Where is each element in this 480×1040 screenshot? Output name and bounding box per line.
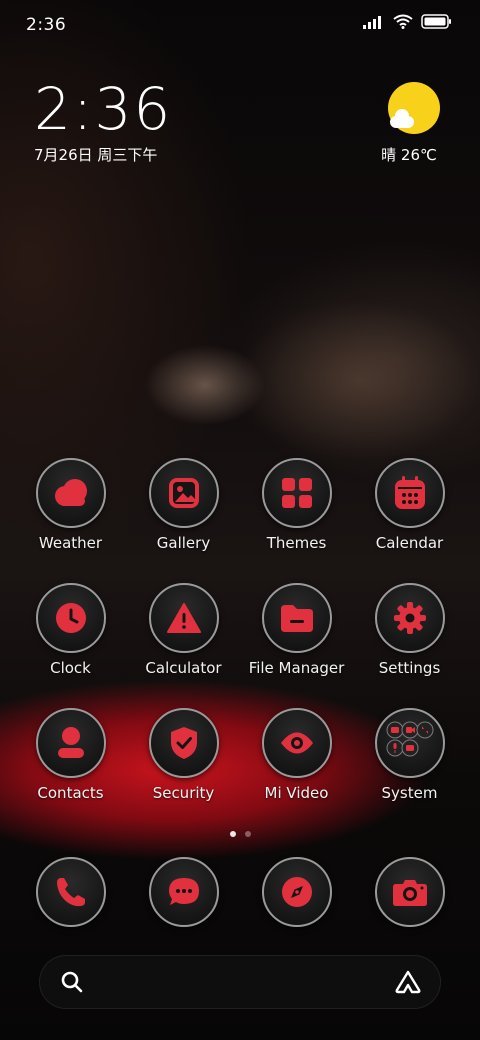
calendar-icon xyxy=(374,458,445,528)
app-calendar[interactable]: Calendar xyxy=(353,458,466,552)
app-label: Security xyxy=(152,784,215,802)
assistant-icon[interactable] xyxy=(394,970,422,994)
app-settings[interactable]: Settings xyxy=(353,583,466,677)
app-label: System xyxy=(381,784,438,802)
app-security[interactable]: Security xyxy=(127,708,240,802)
search-icon[interactable] xyxy=(60,970,84,994)
app-file-manager[interactable]: File Manager xyxy=(240,583,353,677)
status-bar: 2:36 xyxy=(0,0,480,50)
app-clock[interactable]: Clock xyxy=(14,583,127,677)
sun-cloud-icon xyxy=(388,82,440,134)
app-label: Themes xyxy=(266,534,327,552)
warning-icon xyxy=(148,583,219,653)
message-icon xyxy=(148,857,219,927)
dock-camera[interactable] xyxy=(353,857,466,927)
app-contacts[interactable]: Contacts xyxy=(14,708,127,802)
app-label: Calculator xyxy=(145,659,222,677)
dock-messages[interactable] xyxy=(127,857,240,927)
app-label: Calendar xyxy=(375,534,444,552)
page-dot-1[interactable] xyxy=(229,831,236,837)
clock-date: 7月26日 周三下午 xyxy=(34,146,158,164)
phone-icon xyxy=(35,857,106,927)
folder-grid-icon xyxy=(374,708,445,778)
signal-icon xyxy=(363,15,381,29)
shield-icon xyxy=(148,708,219,778)
weather-widget[interactable]: 晴 26℃ xyxy=(381,82,444,165)
search-bar[interactable] xyxy=(39,955,441,1009)
app-label: Settings xyxy=(378,659,441,677)
eye-icon xyxy=(261,708,332,778)
app-label: File Manager xyxy=(248,659,345,677)
grid-icon xyxy=(261,458,332,528)
camera-icon xyxy=(374,857,445,927)
app-label: Gallery xyxy=(156,534,211,552)
app-weather[interactable]: Weather xyxy=(14,458,127,552)
page-indicator[interactable] xyxy=(0,831,480,837)
app-folder-system[interactable]: System xyxy=(353,708,466,802)
app-mi-video[interactable]: Mi Video xyxy=(240,708,353,802)
cloud-icon xyxy=(35,458,106,528)
folder-icon xyxy=(261,583,332,653)
clock-icon xyxy=(35,583,106,653)
app-label: Clock xyxy=(50,659,91,677)
wifi-icon xyxy=(393,14,413,29)
page-dot-2[interactable] xyxy=(244,831,251,837)
status-time: 2:36 xyxy=(26,15,67,35)
app-label: Contacts xyxy=(37,784,104,802)
app-calculator[interactable]: Calculator xyxy=(127,583,240,677)
clock-widget[interactable]: 2:36 7月26日 周三下午 xyxy=(34,78,172,165)
person-icon xyxy=(35,708,106,778)
image-icon xyxy=(148,458,219,528)
dock-browser[interactable] xyxy=(240,857,353,927)
gear-icon xyxy=(374,583,445,653)
app-label: Mi Video xyxy=(264,784,329,802)
dock-phone[interactable] xyxy=(14,857,127,927)
weather-text: 晴 26℃ xyxy=(381,146,437,164)
compass-icon xyxy=(261,857,332,927)
app-label: Weather xyxy=(38,534,103,552)
app-gallery[interactable]: Gallery xyxy=(127,458,240,552)
app-themes[interactable]: Themes xyxy=(240,458,353,552)
battery-icon xyxy=(421,14,451,29)
clock-time: 2:36 xyxy=(34,75,173,143)
status-icons xyxy=(363,14,452,29)
